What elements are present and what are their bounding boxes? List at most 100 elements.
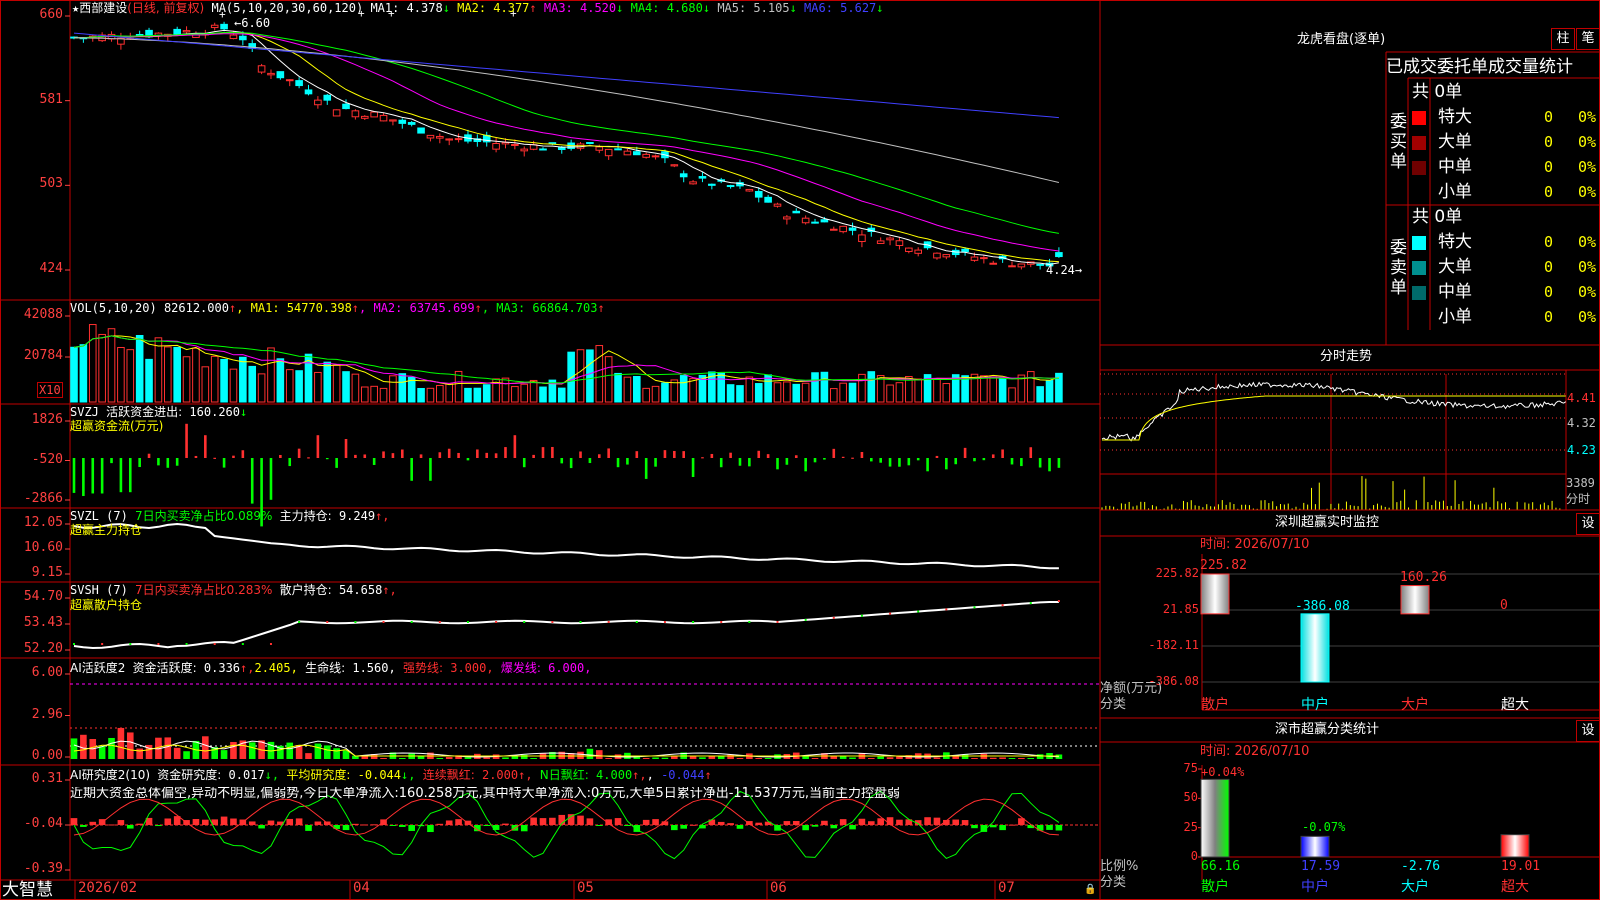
volume-bar bbox=[867, 371, 876, 403]
period-label[interactable]: (日线, 前复权) bbox=[127, 1, 204, 15]
volume-bar bbox=[511, 386, 519, 403]
fundflow-bar bbox=[100, 458, 104, 494]
research-bar bbox=[595, 825, 603, 826]
classify-settings-button[interactable]: 设 bbox=[1576, 720, 1600, 742]
svzj-tick: 1826 bbox=[31, 412, 63, 427]
activity-bar bbox=[305, 753, 312, 759]
fundflow-bar bbox=[804, 458, 807, 472]
bar-mode-button[interactable]: 柱 bbox=[1551, 28, 1575, 50]
candle bbox=[670, 164, 679, 167]
stock-name[interactable]: 西部建设 bbox=[79, 1, 127, 15]
activity-bar bbox=[961, 754, 969, 759]
volume-bar bbox=[989, 376, 998, 403]
candle bbox=[820, 219, 829, 223]
fundflow-bar bbox=[138, 458, 141, 468]
activity-bar bbox=[323, 745, 331, 759]
retail-marker bbox=[213, 643, 216, 645]
fundflow-bar bbox=[776, 458, 779, 470]
fundflow-bar bbox=[541, 447, 545, 458]
fundflow-bar bbox=[888, 458, 892, 467]
candle bbox=[811, 221, 819, 224]
fundflow-bar bbox=[157, 458, 160, 466]
sell-row-pct: 0% bbox=[1578, 258, 1597, 276]
research-bar bbox=[342, 825, 350, 831]
volume-bar bbox=[267, 347, 275, 403]
retail-marker bbox=[157, 643, 160, 645]
fundflow-bar bbox=[119, 458, 123, 493]
research-bar bbox=[549, 817, 556, 825]
research-bar bbox=[868, 821, 875, 825]
candle bbox=[829, 228, 838, 231]
sell-total: 共 0单 bbox=[1412, 207, 1463, 227]
x-axis-label: 07 bbox=[998, 880, 1015, 896]
vol-tick: 42088 bbox=[23, 307, 63, 322]
fundflow-bar bbox=[110, 458, 113, 464]
svsh-subtitle: 超赢散户持仓 bbox=[70, 598, 143, 612]
research-bar bbox=[642, 819, 650, 825]
volume-bar bbox=[933, 378, 941, 403]
classify-bar bbox=[1300, 835, 1330, 858]
volume-bar bbox=[285, 369, 294, 403]
classify-y-tick: 75 bbox=[1183, 761, 1198, 775]
fundflow-bar bbox=[185, 423, 188, 458]
candle bbox=[876, 240, 885, 244]
sell-orders-label: 委卖单 bbox=[1390, 238, 1407, 298]
sell-row-name: 特大 bbox=[1438, 232, 1472, 252]
ai2-tick: 0.31 bbox=[31, 771, 63, 786]
research-bar bbox=[530, 817, 537, 825]
activity-bar bbox=[764, 758, 772, 759]
volume-bar bbox=[398, 373, 407, 403]
candle bbox=[1055, 252, 1063, 258]
candle bbox=[229, 34, 238, 40]
fundflow-bar bbox=[476, 449, 479, 458]
monitor-value-label: 160.26 bbox=[1400, 569, 1447, 585]
fundflow-bar bbox=[297, 448, 301, 458]
volume-bar bbox=[464, 387, 472, 403]
lock-icon[interactable]: 🔒 bbox=[1084, 883, 1096, 897]
activity-bar bbox=[108, 737, 115, 759]
candle bbox=[754, 191, 763, 198]
fundflow-bar bbox=[128, 458, 132, 493]
chart-canvas[interactable]: + + + + bbox=[0, 0, 1600, 900]
fundflow-bar bbox=[241, 450, 245, 458]
main-position-line bbox=[73, 522, 1059, 570]
research-bar bbox=[136, 823, 143, 825]
candle bbox=[351, 110, 360, 118]
activity-bar bbox=[520, 754, 528, 759]
monitor-settings-button[interactable]: 设 bbox=[1576, 513, 1600, 535]
fundflow-bar bbox=[701, 457, 704, 459]
volume-bar bbox=[557, 387, 566, 403]
fundflow-bar bbox=[166, 458, 170, 468]
volume-bar bbox=[783, 381, 791, 403]
research-bar bbox=[370, 824, 378, 826]
fundflow-bar bbox=[82, 458, 85, 497]
fundflow-bar bbox=[438, 452, 442, 458]
fundflow-bar bbox=[410, 458, 413, 481]
fundflow-bar bbox=[935, 455, 939, 458]
sell-color-swatch bbox=[1412, 261, 1426, 275]
monitor-bar bbox=[1400, 585, 1430, 615]
tick-mode-button[interactable]: 笔 bbox=[1576, 28, 1600, 50]
activity-bar bbox=[849, 757, 856, 759]
candle bbox=[914, 249, 923, 254]
fundflow-bar bbox=[316, 435, 320, 458]
candle bbox=[304, 89, 313, 95]
monitor-y-tick: 21.85 bbox=[1162, 602, 1199, 616]
fundflow-bar bbox=[363, 454, 367, 458]
fundflow-bar bbox=[654, 458, 657, 467]
volume-bar bbox=[651, 385, 660, 403]
longhu-title: 龙虎看盘(逐单) bbox=[1297, 32, 1386, 47]
retail-marker bbox=[326, 621, 329, 623]
volume-bar bbox=[70, 346, 78, 403]
fundflow-bar bbox=[907, 458, 911, 466]
buy-row-name: 特大 bbox=[1438, 107, 1472, 127]
retail-marker bbox=[889, 612, 892, 615]
fundflow-bar bbox=[354, 454, 357, 458]
buy-total: 共 0单 bbox=[1412, 82, 1463, 102]
ma-value: MA3: 4.520 bbox=[543, 1, 617, 15]
candle bbox=[895, 240, 904, 246]
candle bbox=[323, 94, 332, 101]
volume-bar bbox=[736, 385, 744, 403]
candle bbox=[633, 151, 641, 156]
fundflow-bar bbox=[569, 458, 573, 469]
